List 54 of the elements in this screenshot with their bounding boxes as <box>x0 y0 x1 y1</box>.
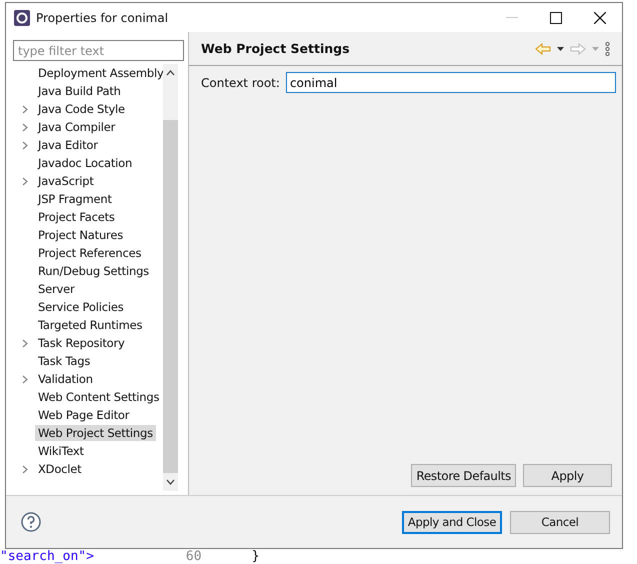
tree-item[interactable]: Project References <box>35 245 144 261</box>
code-text: "search_on"> <box>0 549 94 564</box>
chevron-right-icon[interactable] <box>22 176 28 186</box>
page-button[interactable]: Apply <box>523 464 612 487</box>
scrollbar[interactable] <box>163 64 178 491</box>
back-arrow-icon[interactable] <box>535 42 551 54</box>
tree-item[interactable]: Javadoc Location <box>35 155 136 171</box>
tree-item[interactable]: Java Build Path <box>35 83 124 99</box>
maximize-icon[interactable] <box>550 12 562 24</box>
tree-item[interactable]: Run/Debug Settings <box>35 263 152 279</box>
dropdown-icon[interactable] <box>557 46 564 50</box>
tree-item[interactable]: WikiText <box>35 443 87 459</box>
context-root-label: Context root: <box>201 76 280 90</box>
help-icon[interactable] <box>21 512 41 532</box>
tree-item[interactable]: Deployment Assembly <box>35 65 163 81</box>
chevron-right-icon[interactable] <box>22 140 28 150</box>
tree-item[interactable]: Project Facets <box>35 209 118 225</box>
scroll-thumb[interactable] <box>163 120 178 473</box>
page-title: Web Project Settings <box>201 41 350 56</box>
tree-item[interactable]: Project Natures <box>35 227 126 243</box>
more-options-icon[interactable] <box>605 42 610 56</box>
page-button[interactable]: Restore Defaults <box>411 464 516 487</box>
tree-item[interactable]: Validation <box>35 371 96 387</box>
tree-item[interactable]: Task Tags <box>35 353 94 369</box>
tree-item[interactable]: XDoclet <box>35 461 84 477</box>
tree-item[interactable]: Server <box>35 281 78 297</box>
eclipse-icon <box>14 10 30 26</box>
chevron-right-icon[interactable] <box>22 122 28 132</box>
chevron-right-icon[interactable] <box>22 374 28 384</box>
tree-item[interactable]: Task Repository <box>35 335 128 351</box>
context-root-field[interactable]: conimal <box>286 72 616 93</box>
tree-item[interactable]: JSP Fragment <box>35 191 115 207</box>
chevron-right-icon[interactable] <box>22 338 28 348</box>
tree-item[interactable]: Service Policies <box>35 299 126 315</box>
tree-item[interactable]: Java Editor <box>35 137 101 153</box>
tree-item[interactable]: JavaScript <box>35 173 97 189</box>
tree-item[interactable]: Web Content Settings <box>35 389 162 405</box>
tree-item[interactable]: Java Compiler <box>35 119 118 135</box>
window-title: Properties for conimal <box>36 10 168 24</box>
chevron-right-icon[interactable] <box>22 104 28 114</box>
tree-item[interactable]: Web Page Editor <box>35 407 132 423</box>
tree-item[interactable]: Web Project Settings <box>35 425 156 441</box>
filter-field[interactable]: type filter text <box>13 40 184 61</box>
dialog-button[interactable]: Apply and Close <box>402 510 502 534</box>
tree-item[interactable]: Targeted Runtimes <box>35 317 146 333</box>
scroll-down-icon[interactable] <box>166 479 175 485</box>
line-number: 60 <box>186 549 202 564</box>
dialog-button[interactable]: Cancel <box>510 510 610 534</box>
scroll-up-icon[interactable] <box>166 70 175 76</box>
tree-item[interactable]: Java Code Style <box>35 101 128 117</box>
forward-arrow-icon[interactable] <box>570 42 586 54</box>
close-icon[interactable] <box>594 12 606 24</box>
code-text: } <box>252 549 260 564</box>
chevron-right-icon[interactable] <box>22 464 28 474</box>
